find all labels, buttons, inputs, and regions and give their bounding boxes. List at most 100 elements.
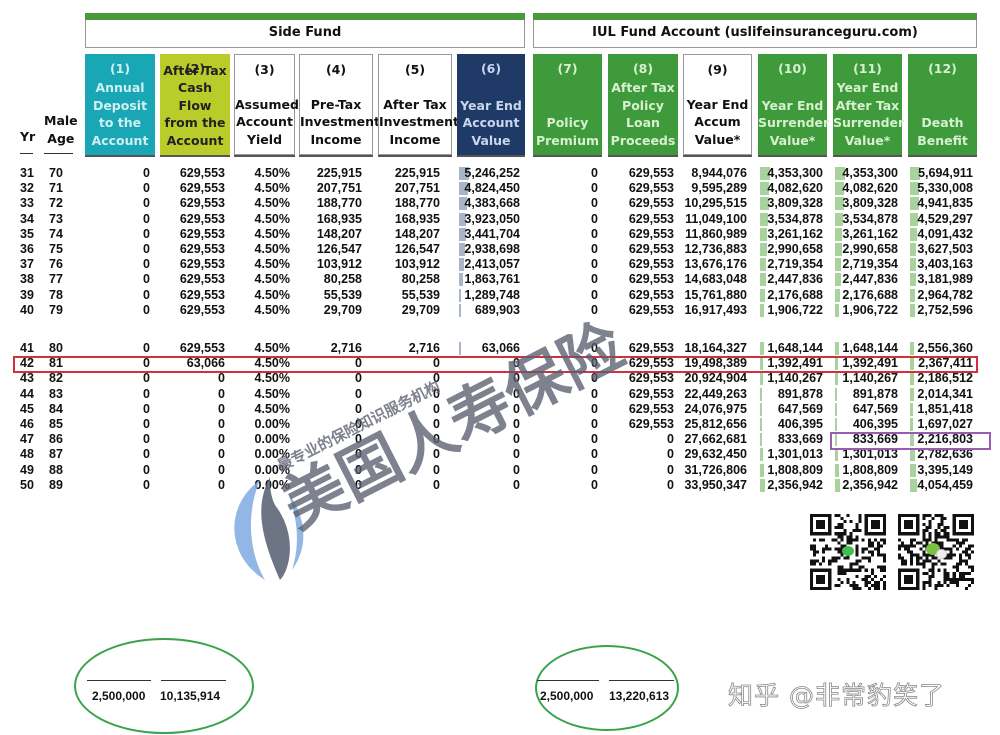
cell-col-1: 0 bbox=[143, 371, 150, 386]
column-label: Year End Accum Value* bbox=[686, 96, 749, 147]
year-cell: 39 bbox=[20, 287, 34, 302]
data-bar bbox=[910, 402, 913, 416]
age-column-header: Male Age bbox=[44, 113, 78, 146]
cell-col-8: 629,553 bbox=[628, 341, 674, 355]
table-row: 38 77 0 629,553 4.50% 80,258 80,258 1,863,761 0 6… bbox=[0, 272, 1000, 287]
cell-col-8: 629,553 bbox=[628, 287, 674, 302]
cell-col-12: 4,054,459 bbox=[917, 477, 973, 492]
data-bar bbox=[835, 372, 838, 386]
side-fund-group-bar bbox=[85, 13, 525, 20]
cell-col-3: 4.50% bbox=[254, 341, 290, 355]
cell-col-3: 4.50% bbox=[254, 211, 290, 226]
cell-col-8: 629,553 bbox=[628, 417, 674, 431]
column-header-11: (11) Year End After Tax Surrender Value* bbox=[833, 54, 904, 155]
iul-loan-total: 13,220,613 bbox=[609, 689, 670, 703]
data-bar bbox=[760, 243, 767, 256]
cell-col-1: 0 bbox=[143, 401, 150, 416]
cell-col-4: 207,751 bbox=[316, 181, 362, 196]
cell-col-5: 0 bbox=[433, 477, 440, 492]
cell-col-12: 2,556,360 bbox=[917, 341, 973, 355]
cell-col-10: 1,906,722 bbox=[767, 302, 823, 317]
cell-col-8: 0 bbox=[667, 447, 674, 462]
cell-col-4: 188,770 bbox=[316, 196, 362, 211]
age-cell: 72 bbox=[49, 196, 63, 211]
data-bar bbox=[760, 433, 762, 447]
column-header-12: (12) Death Benefit bbox=[908, 54, 977, 155]
data-bar bbox=[760, 227, 767, 241]
cell-col-11: 647,569 bbox=[852, 401, 898, 416]
cell-col-3: 4.50% bbox=[254, 242, 290, 256]
cell-col-5: 188,770 bbox=[394, 196, 440, 211]
cell-col-11: 4,082,620 bbox=[842, 181, 898, 196]
cell-col-6: 5,246,252 bbox=[464, 166, 520, 180]
cell-col-7: 0 bbox=[591, 226, 598, 241]
cell-col-2: 629,553 bbox=[179, 181, 225, 196]
column-number: (5) bbox=[404, 62, 426, 77]
iul-fund-group-title: IUL Fund Account (uslifeinsuranceguru.co… bbox=[533, 20, 977, 48]
cell-col-10: 1,140,267 bbox=[767, 371, 823, 386]
cell-col-1: 0 bbox=[143, 462, 150, 477]
year-cell: 34 bbox=[20, 211, 34, 226]
cell-col-1: 0 bbox=[143, 287, 150, 302]
data-bar bbox=[760, 342, 764, 355]
cell-col-6: 4,383,668 bbox=[464, 196, 520, 211]
year-cell: 32 bbox=[20, 181, 34, 196]
age-cell: 80 bbox=[49, 341, 63, 355]
cell-col-12: 1,697,027 bbox=[917, 417, 973, 431]
cell-col-11: 2,447,836 bbox=[842, 272, 898, 287]
cell-col-9: 12,736,883 bbox=[684, 242, 747, 256]
data-bar bbox=[760, 418, 762, 431]
column-header-3: (3) Assumed Account Yield bbox=[234, 54, 299, 155]
cell-col-6: 0 bbox=[513, 447, 520, 462]
cell-col-7: 0 bbox=[591, 432, 598, 447]
cell-col-3: 4.50% bbox=[254, 196, 290, 211]
cell-col-5: 29,709 bbox=[401, 302, 440, 317]
cell-col-12: 2,014,341 bbox=[917, 386, 973, 401]
column-number: (9) bbox=[707, 62, 728, 77]
cell-col-1: 0 bbox=[143, 196, 150, 211]
column-label: After Tax Policy Loan Proceeds bbox=[610, 80, 676, 148]
iul-premium-total-rule bbox=[537, 680, 599, 681]
cell-col-11: 3,261,162 bbox=[842, 226, 898, 241]
age-cell: 87 bbox=[49, 447, 63, 462]
table-row: 36 75 0 629,553 4.50% 126,547 126,547 2,938,698… bbox=[0, 242, 1000, 257]
data-bar bbox=[459, 273, 463, 287]
cell-col-2: 629,553 bbox=[179, 272, 225, 287]
iul-loan-total-rule bbox=[609, 680, 674, 681]
cell-col-3: 4.50% bbox=[254, 386, 290, 401]
data-bar bbox=[910, 227, 917, 241]
table-row: 35 74 0 629,553 4.50% 148,207 148,207 3,441,704… bbox=[0, 227, 1000, 242]
age-cell: 78 bbox=[49, 287, 63, 302]
cell-col-8: 629,553 bbox=[628, 226, 674, 241]
year-header-underline bbox=[20, 153, 33, 154]
data-bar bbox=[910, 418, 913, 431]
cell-col-9: 20,924,904 bbox=[684, 371, 747, 386]
cell-col-9: 14,683,048 bbox=[684, 272, 747, 287]
side-fund-deposit-total: 2,500,000 bbox=[92, 689, 146, 703]
column-number: (11) bbox=[853, 61, 882, 76]
data-bar bbox=[760, 273, 766, 287]
data-bar bbox=[910, 463, 916, 477]
cell-col-10: 4,082,620 bbox=[767, 181, 823, 196]
cell-col-3: 0.00% bbox=[254, 432, 290, 447]
column-label: After Tax Investment Income bbox=[379, 96, 459, 147]
cell-col-6: 0 bbox=[513, 462, 520, 477]
cell-col-5: 55,539 bbox=[401, 287, 440, 302]
column-number: (3) bbox=[254, 62, 275, 77]
data-bar bbox=[910, 387, 914, 401]
cell-col-11: 2,176,688 bbox=[842, 287, 898, 302]
age-header-underline bbox=[44, 153, 73, 154]
cell-col-12: 3,395,149 bbox=[917, 462, 973, 477]
cell-col-2: 0 bbox=[218, 447, 225, 462]
side-fund-totals-oval bbox=[74, 638, 254, 734]
cell-col-11: 1,808,809 bbox=[842, 462, 898, 477]
cell-col-8: 629,553 bbox=[628, 181, 674, 196]
cell-col-1: 0 bbox=[143, 477, 150, 492]
cell-col-3: 4.50% bbox=[254, 257, 290, 272]
year-cell: 33 bbox=[20, 196, 34, 211]
cell-col-10: 3,261,162 bbox=[767, 226, 823, 241]
cell-col-10: 2,356,942 bbox=[767, 477, 823, 492]
cell-col-1: 0 bbox=[143, 166, 150, 180]
cell-col-12: 2,186,512 bbox=[917, 371, 973, 386]
column-label: Year End Surrender Value* bbox=[758, 97, 830, 148]
